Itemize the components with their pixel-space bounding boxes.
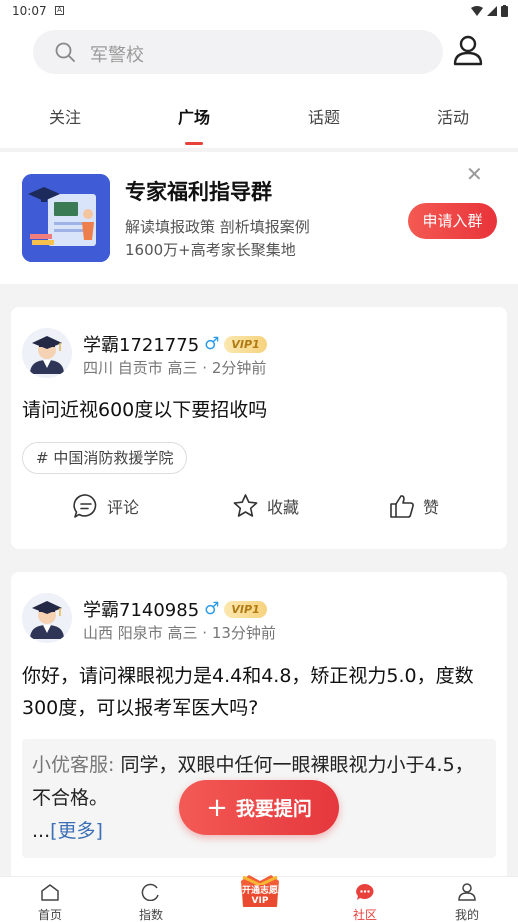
tab-active-indicator xyxy=(185,142,203,145)
tab-topics[interactable]: 话题 xyxy=(259,104,389,128)
user-profile-icon[interactable] xyxy=(452,34,484,66)
post-username[interactable]: 学霸1721775 ♂ VIP1 xyxy=(83,331,267,357)
battery-icon xyxy=(501,5,508,17)
nav-vip-label: 开通志愿VIP xyxy=(241,886,278,906)
answer-ellipsis: ... xyxy=(32,820,51,842)
bottom-nav: 首页 指数 开通志愿VIP 社区 我的 xyxy=(0,875,518,922)
search-icon xyxy=(55,42,75,62)
search-placeholder: 军警校 xyxy=(90,45,144,66)
home-icon xyxy=(41,884,59,901)
username-text: 学霸1721775 xyxy=(83,335,200,356)
like-button[interactable]: 赞 xyxy=(389,493,439,519)
graduation-illustration-icon xyxy=(22,174,110,262)
status-time: 10:07 xyxy=(12,4,47,18)
post-username[interactable]: 学霸7140985 ♂ VIP1 xyxy=(83,596,267,622)
answer-author: 小优客服: xyxy=(32,754,115,776)
thumbs-up-icon xyxy=(390,495,414,518)
banner-subtitle-2: 1600万+高考家长聚集地 xyxy=(125,241,296,259)
community-chat-icon xyxy=(356,884,374,900)
tab-bar: 关注 广场 话题 活动 xyxy=(0,100,518,148)
promo-banner[interactable]: 专家福利指导群 解读填报政策 剖析填报案例 1600万+高考家长聚集地 ✕ 申请… xyxy=(0,152,518,284)
nav-home[interactable]: 首页 xyxy=(10,883,90,922)
top-bar: 军警校 关注 广场 话题 活动 xyxy=(0,22,518,148)
index-icon xyxy=(141,883,159,902)
banner-title: 专家福利指导群 xyxy=(125,180,272,204)
post-card[interactable]: 学霸7140985 ♂ VIP1 山西 阳泉市 高三 · 13分钟前 你好，请问… xyxy=(11,572,507,882)
user-icon xyxy=(458,883,476,901)
search-input[interactable]: 军警校 xyxy=(33,30,443,74)
favorite-button[interactable]: 收藏 xyxy=(232,493,299,519)
post-question[interactable]: 你好，请问裸眼视力是4.4和4.8，矫正视力5.0，度数300度，可以报考军医大… xyxy=(22,660,492,724)
plus-icon: + xyxy=(206,792,228,823)
nav-community[interactable]: 社区 xyxy=(325,883,405,922)
nav-index[interactable]: 指数 xyxy=(111,883,191,922)
tab-follow[interactable]: 关注 xyxy=(0,104,130,128)
star-icon xyxy=(233,494,258,517)
banner-illustration xyxy=(22,174,110,262)
graduate-avatar-icon xyxy=(22,328,72,378)
nav-mine-label: 我的 xyxy=(454,908,479,922)
post-actions: 评论 收藏 赞 xyxy=(11,493,507,533)
like-label: 赞 xyxy=(423,498,440,517)
tab-square-label: 广场 xyxy=(177,108,210,127)
ask-question-label: 我要提问 xyxy=(235,798,312,820)
nav-community-label: 社区 xyxy=(352,908,377,922)
comment-label: 评论 xyxy=(107,498,140,517)
ask-question-button[interactable]: + 我要提问 xyxy=(179,780,339,835)
male-gender-icon: ♂ xyxy=(204,334,220,354)
graduate-avatar-icon xyxy=(22,593,72,643)
system-icons xyxy=(471,5,508,17)
nav-vip-button[interactable]: 开通志愿VIP xyxy=(237,871,283,911)
comment-icon xyxy=(73,494,97,518)
signal-icon xyxy=(487,6,497,16)
post-meta: 山西 阳泉市 高三 · 13分钟前 xyxy=(83,624,276,642)
join-group-button[interactable]: 申请入群 xyxy=(408,203,497,239)
post-card[interactable]: 学霸1721775 ♂ VIP1 四川 自贡市 高三 · 2分钟前 请问近视60… xyxy=(11,307,507,549)
notification-icon: A xyxy=(55,6,64,15)
favorite-label: 收藏 xyxy=(267,498,300,517)
vip-badge: VIP1 xyxy=(224,335,267,353)
wifi-icon xyxy=(471,6,483,16)
male-gender-icon: ♂ xyxy=(204,599,220,619)
username-text: 学霸7140985 xyxy=(83,600,200,621)
tab-activities[interactable]: 活动 xyxy=(388,104,518,128)
avatar[interactable] xyxy=(22,328,72,378)
answer-more-link[interactable]: [更多] xyxy=(50,820,103,842)
status-bar: 10:07 A xyxy=(0,0,518,22)
post-meta: 四川 自贡市 高三 · 2分钟前 xyxy=(83,359,267,377)
nav-mine[interactable]: 我的 xyxy=(427,883,507,922)
post-question[interactable]: 请问近视600度以下要招收吗 xyxy=(22,394,492,426)
nav-home-label: 首页 xyxy=(37,908,62,922)
tab-square[interactable]: 广场 xyxy=(129,104,259,145)
vip-badge: VIP1 xyxy=(224,600,267,618)
nav-index-label: 指数 xyxy=(138,908,163,922)
avatar[interactable] xyxy=(22,593,72,643)
banner-subtitle-1: 解读填报政策 剖析填报案例 xyxy=(125,218,310,236)
topic-tag[interactable]: # 中国消防救援学院 xyxy=(22,442,188,474)
close-icon[interactable]: ✕ xyxy=(466,162,483,186)
comment-button[interactable]: 评论 xyxy=(73,493,139,519)
